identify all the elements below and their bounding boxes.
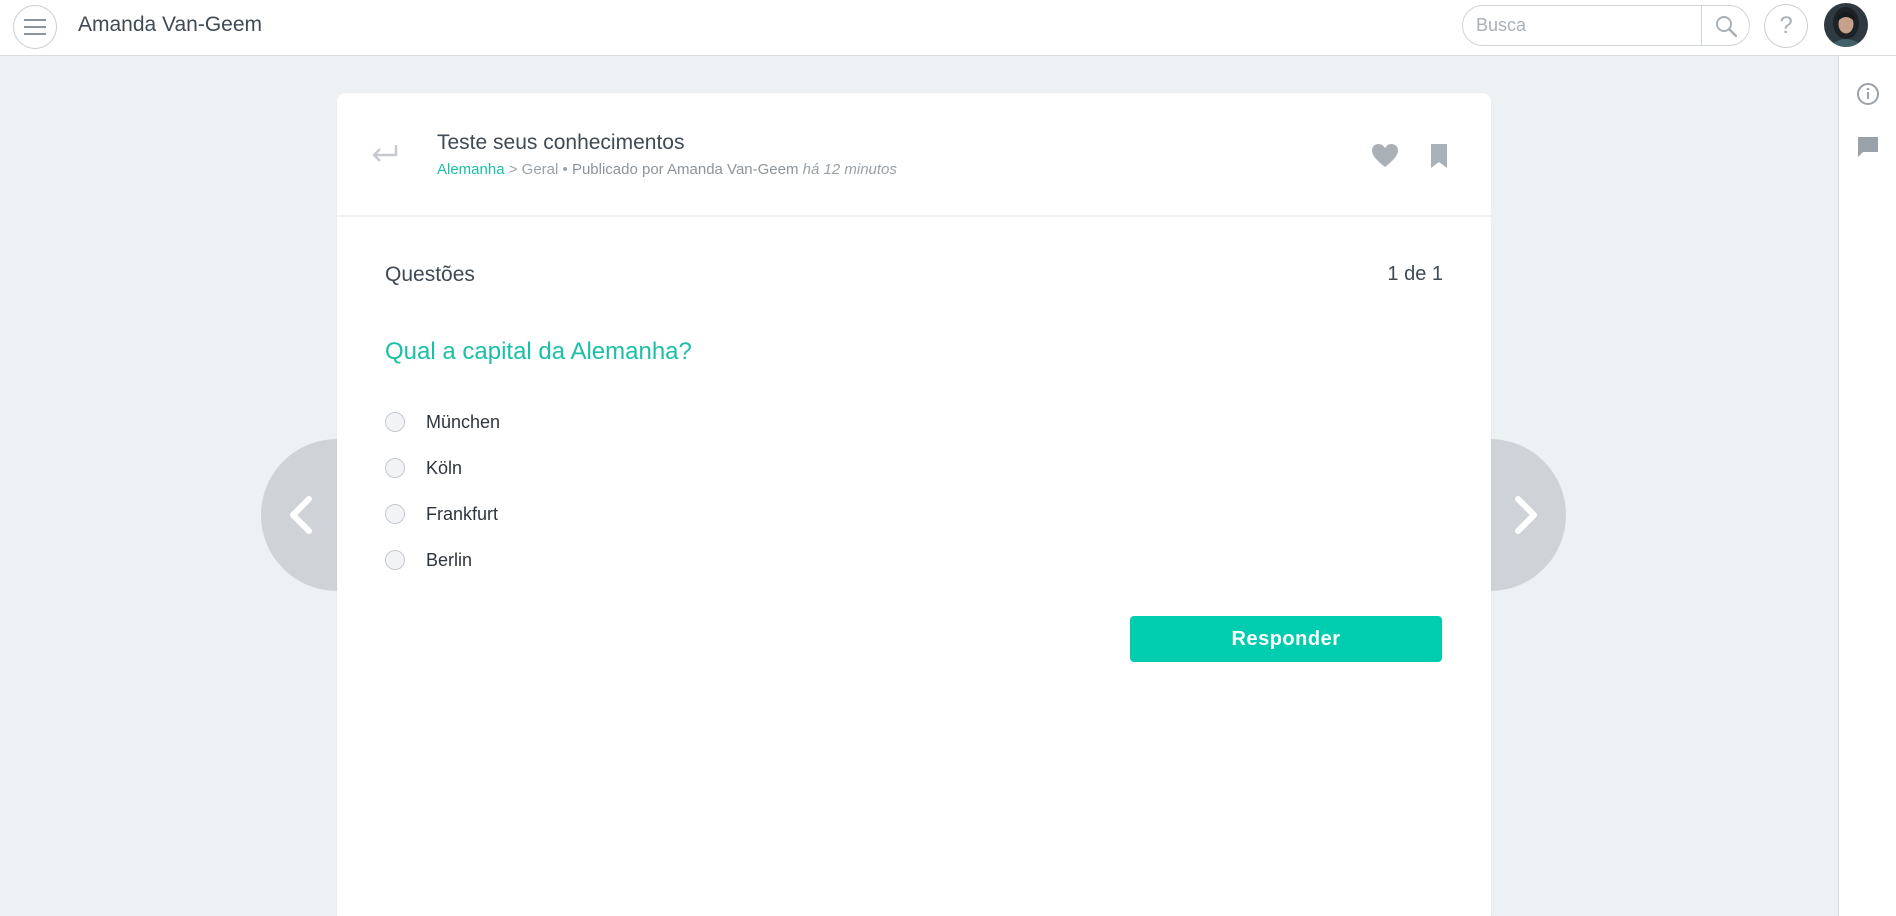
card-header: Teste seus conhecimentos Alemanha > Gera… (337, 93, 1491, 217)
question-text: Qual a capital da Alemanha? (385, 338, 692, 365)
magnifier-icon (1716, 15, 1737, 37)
back-button[interactable] (369, 143, 399, 167)
search-input[interactable] (1463, 6, 1701, 45)
user-name: Amanda Van-Geem (78, 13, 263, 36)
answer-option-label: Berlin (426, 549, 473, 570)
return-arrow-icon (372, 145, 398, 162)
breadcrumb-bullet: • (562, 161, 568, 178)
chat-bubble-icon (1858, 137, 1878, 157)
answer-option[interactable]: Köln (385, 445, 500, 491)
right-rail (1838, 56, 1896, 916)
heart-icon (1372, 144, 1398, 167)
search-box (1462, 5, 1750, 46)
breadcrumb-category[interactable]: Alemanha (437, 161, 505, 178)
post-author: Publicado por Amanda Van-Geem (571, 161, 799, 178)
quiz-card: Teste seus conhecimentos Alemanha > Gera… (337, 93, 1491, 916)
questions-label: Questões (385, 263, 475, 286)
info-icon (1857, 83, 1879, 105)
post-time: há 12 minutos (802, 161, 897, 178)
post-title: Teste seus conhecimentos (437, 131, 685, 154)
answer-option-label: München (426, 411, 501, 432)
hamburger-icon (24, 19, 46, 35)
menu-button[interactable] (13, 5, 57, 49)
comments-button[interactable] (1855, 134, 1881, 160)
question-counter: 1 de 1 (1387, 263, 1443, 285)
like-button[interactable] (1371, 143, 1399, 169)
bookmark-icon (1431, 144, 1447, 168)
chevron-right-icon (1515, 496, 1537, 534)
answer-button[interactable]: Responder (1130, 616, 1442, 662)
answer-option[interactable]: München (385, 399, 500, 445)
answer-options: München Köln Frankfurt Berlin (385, 399, 500, 583)
chevron-left-icon (290, 496, 312, 534)
radio-button[interactable] (385, 550, 405, 570)
bookmark-button[interactable] (1429, 143, 1449, 169)
answer-option-label: Köln (426, 457, 463, 478)
help-button[interactable]: ? (1764, 4, 1808, 48)
breadcrumb-subcategory: Geral (521, 161, 559, 178)
radio-button[interactable] (385, 504, 405, 524)
breadcrumb-separator: > (508, 161, 518, 178)
question-icon: ? (1779, 12, 1793, 39)
answer-option-label: Frankfurt (426, 503, 499, 524)
top-bar: Amanda Van-Geem ? (0, 0, 1896, 56)
answer-option[interactable]: Frankfurt (385, 491, 500, 537)
search-button[interactable] (1701, 6, 1749, 45)
user-photo (1824, 3, 1868, 47)
avatar[interactable] (1824, 3, 1868, 47)
radio-button[interactable] (385, 412, 405, 432)
radio-button[interactable] (385, 458, 405, 478)
info-button[interactable] (1855, 81, 1881, 107)
answer-option[interactable]: Berlin (385, 537, 500, 583)
breadcrumb: Alemanha > Geral • Publicado por Amanda … (437, 161, 897, 178)
